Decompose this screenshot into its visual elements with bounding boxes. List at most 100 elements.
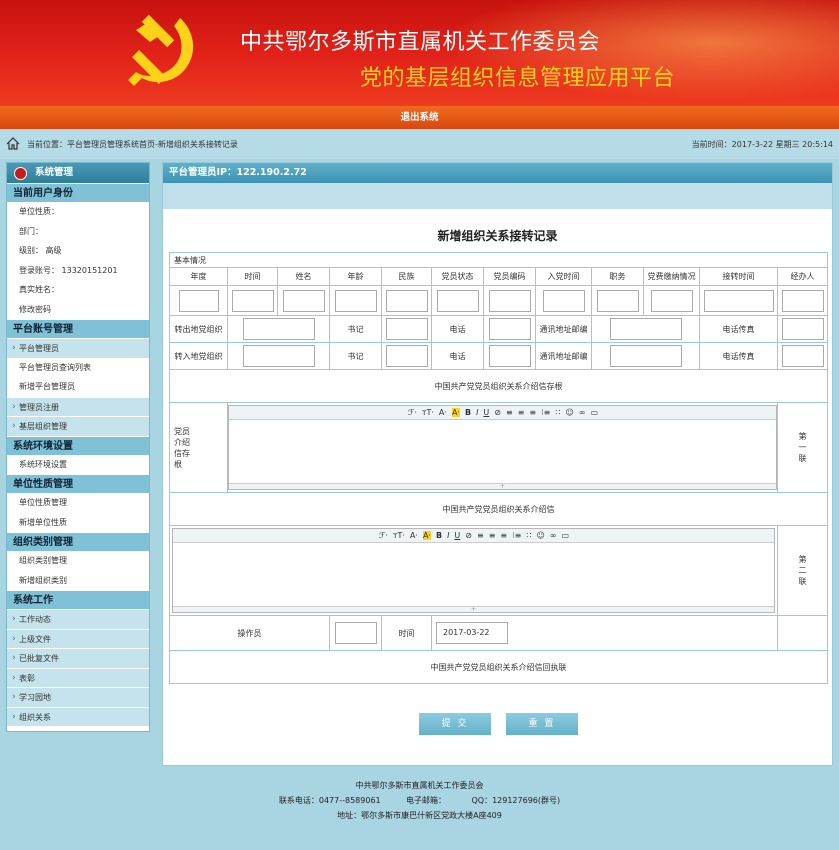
sidebar-item[interactable]: 组织关系	[7, 706, 149, 726]
toolbar-button[interactable]: ≡	[518, 408, 525, 417]
toolbar-button[interactable]: ⊘	[494, 408, 501, 417]
column-header: 年度	[169, 267, 228, 286]
toolbar-button[interactable]: A·	[410, 531, 418, 540]
resize-handle[interactable]: +	[229, 483, 776, 490]
stub-editor[interactable]: ℱ· тT· A· A· B I U ⊘ ≡ ≡ ≡ ⁝≡ ∷ ☺ ∞ ▭ +	[228, 405, 777, 490]
postal-label: 通讯地址邮编	[535, 315, 592, 343]
toolbar-button[interactable]: ∞	[550, 531, 557, 540]
column-header: 党费缴纳情况	[643, 267, 700, 286]
column-header: 入党时间	[535, 267, 592, 286]
column-header: 接转时间	[699, 267, 778, 286]
sidebar-item[interactable]: 工作动态	[7, 609, 149, 629]
sidebar-item[interactable]: 系统环境设置	[7, 455, 149, 475]
sidebar-item[interactable]: 平台管理员	[7, 338, 149, 358]
toolbar-button[interactable]: ≡	[477, 531, 484, 540]
toolbar-button[interactable]: ℱ·	[379, 531, 388, 540]
toolbar-button[interactable]: U	[454, 531, 460, 540]
sidebar-item[interactable]: 表彰	[7, 667, 149, 687]
in-fax-input[interactable]	[781, 345, 824, 367]
in-postal-input[interactable]	[609, 345, 682, 367]
toolbar-button[interactable]: I	[447, 531, 449, 540]
in-phone-input[interactable]	[488, 345, 531, 367]
toolbar-button[interactable]: ≡	[506, 408, 513, 417]
toolbar-button[interactable]: ≡	[489, 531, 496, 540]
toolbar-button[interactable]: ▭	[561, 531, 569, 540]
sidebar-item: 级别： 高级	[19, 246, 62, 255]
out-phone-input[interactable]	[488, 318, 531, 340]
toolbar-button[interactable]: ∷	[526, 531, 531, 540]
stub-editor-body[interactable]	[229, 420, 776, 483]
toolbar-button[interactable]: ℱ·	[408, 408, 417, 417]
secretary-label: 书记	[329, 342, 382, 370]
receipt-heading: 中国共产党党员组织关系介绍信回执联	[168, 650, 829, 684]
in-org-input[interactable]	[242, 345, 315, 367]
sidebar-item[interactable]: 已批复文件	[7, 648, 149, 668]
toolbar-button[interactable]: A·	[422, 531, 431, 540]
field-input[interactable]	[650, 289, 693, 312]
out-org-row: 转出地党组织 书记 电话 通讯地址邮编 电话传真	[169, 315, 829, 343]
sidebar-item[interactable]: 上级文件	[7, 628, 149, 648]
submit-button[interactable]: 提 交	[419, 713, 492, 735]
sidebar-section-header: 平台账号管理	[7, 319, 149, 338]
out-postal-input[interactable]	[609, 318, 682, 340]
reset-button[interactable]: 重 置	[505, 713, 578, 735]
toolbar-button[interactable]: B	[436, 531, 442, 540]
field-input[interactable]	[781, 289, 824, 312]
column-header: 经办人	[776, 267, 829, 286]
toolbar-button[interactable]: тT·	[393, 531, 405, 540]
sidebar-section-header: 系统环境设置	[7, 435, 149, 455]
field-input[interactable]	[334, 289, 377, 312]
letter-editor-body[interactable]	[173, 543, 774, 606]
out-org-input[interactable]	[242, 318, 315, 340]
toolbar-button[interactable]: ☺	[565, 408, 573, 417]
field-input[interactable]	[178, 289, 219, 312]
sidebar-item[interactable]: 修改密码	[7, 300, 149, 320]
home-icon[interactable]	[6, 137, 20, 150]
toolbar-button[interactable]: I	[476, 408, 478, 417]
sidebar-item[interactable]: 组织类别管理	[7, 551, 149, 571]
sidebar-item[interactable]: 新增组织类别	[7, 571, 149, 591]
page-header: 中共鄂尔多斯市直属机关工作委员会 党的基层组织信息管理应用平台	[0, 0, 839, 106]
field-input[interactable]	[703, 289, 774, 312]
sidebar-item[interactable]: 学习园地	[7, 687, 149, 707]
sidebar-item: 单位性质：	[19, 207, 59, 216]
sidebar-item[interactable]: 单位性质管理	[7, 493, 149, 513]
field-input[interactable]	[385, 289, 428, 312]
operator-input[interactable]	[334, 622, 377, 644]
toolbar-button[interactable]: ▭	[590, 408, 598, 417]
sidebar-item[interactable]: 新增平台管理员	[7, 377, 149, 397]
sidebar-item[interactable]: 新增单位性质	[7, 513, 149, 533]
toolbar-button[interactable]: U	[483, 408, 489, 417]
column-header: 年龄	[329, 267, 382, 286]
field-input[interactable]	[231, 289, 274, 312]
field-input[interactable]	[436, 289, 479, 312]
sidebar-item[interactable]: 管理员注册	[7, 396, 149, 416]
resize-handle[interactable]: +	[173, 606, 774, 613]
toolbar-button[interactable]: A·	[439, 408, 447, 417]
field-input[interactable]	[282, 289, 325, 312]
date-input[interactable]: 2017-03-22	[436, 622, 508, 644]
sidebar-item[interactable]: 平台管理员查询列表	[7, 358, 149, 378]
form-title: 新增组织关系接转记录	[437, 229, 558, 243]
toolbar-button[interactable]: тT·	[422, 408, 434, 417]
toolbar-button[interactable]: ≡	[500, 531, 507, 540]
sidebar-section-header: 组织类别管理	[7, 532, 149, 551]
sidebar-item[interactable]: 基层组织管理	[7, 416, 149, 436]
toolbar-button[interactable]: ∞	[579, 408, 586, 417]
field-input[interactable]	[542, 289, 585, 312]
toolbar-button[interactable]: ☺	[536, 531, 544, 540]
field-input[interactable]	[596, 289, 639, 312]
toolbar-button[interactable]: B	[465, 408, 471, 417]
in-secretary-input[interactable]	[385, 345, 428, 367]
toolbar-button[interactable]: ⁝≡	[541, 408, 550, 417]
toolbar-button[interactable]: ∷	[555, 408, 560, 417]
out-secretary-input[interactable]	[385, 318, 428, 340]
toolbar-button[interactable]: ⁝≡	[512, 531, 521, 540]
toolbar-button[interactable]: A·	[451, 408, 460, 417]
toolbar-button[interactable]: ⊘	[465, 531, 472, 540]
out-fax-input[interactable]	[781, 318, 824, 340]
toolbar-button[interactable]: ≡	[529, 408, 536, 417]
letter-editor[interactable]: ℱ· тT· A· A· B I U ⊘ ≡ ≡ ≡ ⁝≡ ∷ ☺ ∞ ▭ +	[172, 528, 775, 613]
logout-link[interactable]: 退出系统	[400, 112, 438, 123]
field-input[interactable]	[488, 289, 531, 312]
